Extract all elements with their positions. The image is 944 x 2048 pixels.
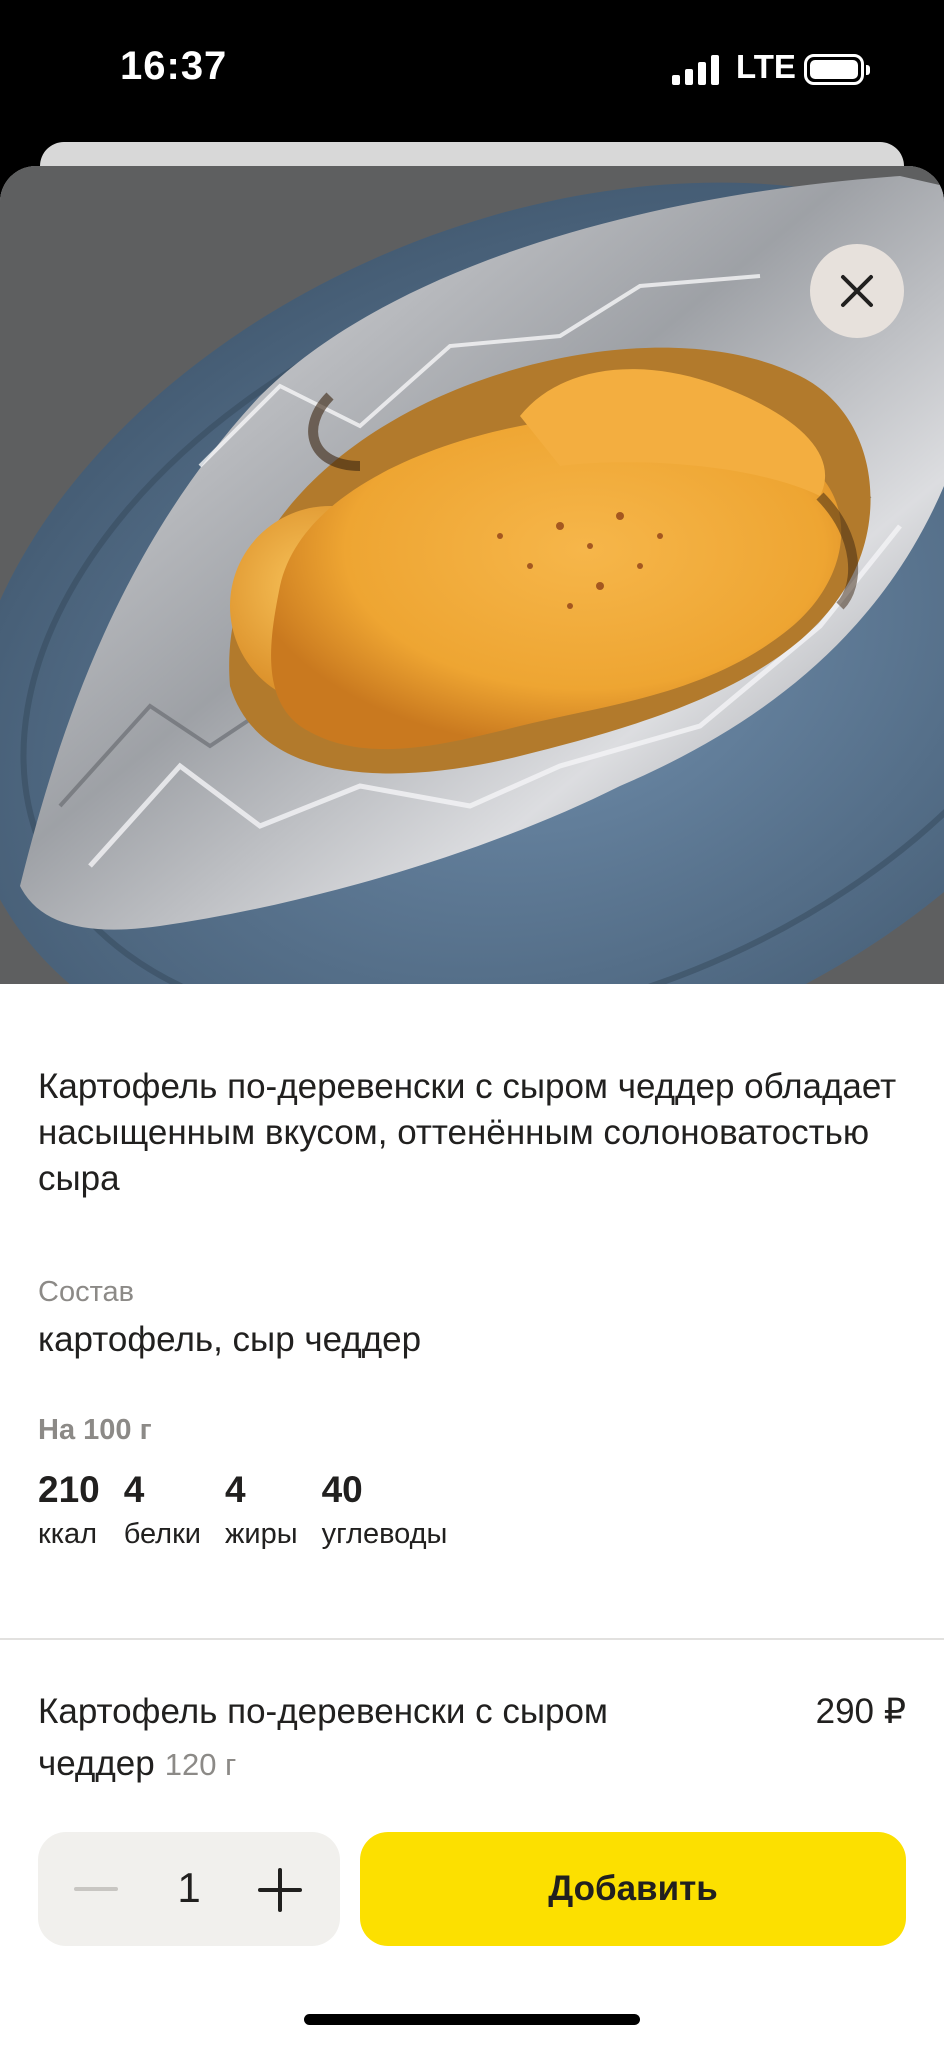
add-to-cart-button[interactable]: Добавить: [360, 1832, 906, 1946]
nutrient-value: 40: [321, 1469, 363, 1510]
nutrition-facts: 210 ккал 4 белки 4 жиры 40 углеводы: [38, 1468, 471, 1551]
composition-text: картофель, сыр чеддер: [38, 1320, 422, 1359]
home-indicator[interactable]: [304, 2014, 640, 2025]
nutrient-value: 4: [225, 1469, 246, 1510]
product-price: 290 ₽: [815, 1692, 906, 1731]
nutrient-carbs: 40 углеводы: [322, 1468, 448, 1551]
plus-icon[interactable]: [258, 1868, 302, 1912]
nutrient-unit: углеводы: [321, 1518, 448, 1550]
product-title: Картофель по-деревенски с сыром чеддер 12…: [38, 1686, 698, 1791]
battery-icon: [804, 54, 870, 85]
composition-label: Состав: [38, 1276, 135, 1308]
nutrient-unit: ккал: [38, 1518, 98, 1550]
quantity-stepper: 1: [38, 1832, 340, 1946]
product-description: Картофель по-деревенски с сыром чеддер о…: [38, 1067, 897, 1198]
close-button[interactable]: [810, 244, 904, 338]
product-name: Картофель по-деревенски с сыром чеддер: [38, 1692, 608, 1783]
product-photo: [0, 166, 944, 984]
product-sheet: Картофель по-деревенски с сыром чеддер о…: [0, 166, 944, 2048]
status-time: 16:37: [120, 44, 228, 88]
nutrient-value: 4: [123, 1469, 145, 1510]
per100-label: На 100 г: [38, 1414, 152, 1446]
status-bar: 16:37 LTE: [0, 0, 944, 140]
nutrient-fat: 4 жиры: [225, 1468, 298, 1551]
product-weight: 120 г: [164, 1747, 237, 1782]
nutrient-unit: жиры: [225, 1518, 298, 1550]
nutrient-unit: белки: [123, 1518, 201, 1550]
close-icon: [841, 275, 873, 307]
nutrient-protein: 4 белки: [124, 1468, 201, 1551]
divider: [0, 1638, 944, 1640]
network-type: LTE: [736, 48, 796, 85]
signal-icon: [672, 55, 720, 85]
nutrient-value: 210: [38, 1469, 100, 1510]
add-button-label: Добавить: [548, 1869, 718, 1908]
nutrient-calories: 210 ккал: [38, 1468, 100, 1551]
